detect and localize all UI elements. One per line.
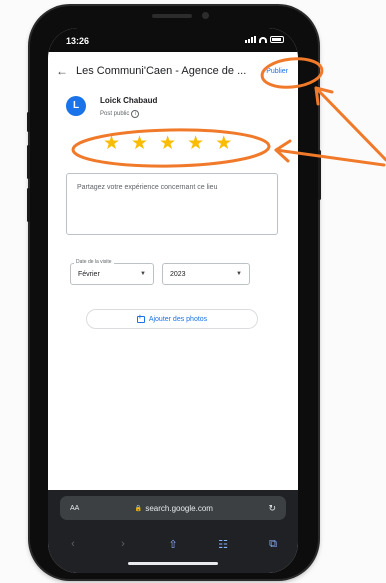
post-visibility: Post public i (100, 110, 140, 118)
visit-date-label: Date de la visite (74, 259, 114, 265)
signal-icon (245, 36, 256, 43)
star-icon[interactable]: ★ (159, 134, 176, 153)
publish-button[interactable]: Publier (260, 68, 298, 75)
review-placeholder: Partagez votre expérience concernant ce … (77, 184, 218, 191)
forward-icon[interactable]: › (108, 538, 138, 550)
star-icon[interactable]: ★ (187, 134, 204, 153)
annotation-arrowhead-publish (314, 86, 334, 106)
star-icon[interactable]: ★ (131, 134, 148, 153)
post-visibility-label: Post public (100, 111, 130, 117)
home-indicator (128, 562, 218, 565)
lock-icon: 🔒 (134, 505, 143, 512)
app-header: ← Les Communi'Caen - Agence de ... Publi… (48, 58, 298, 84)
caret-down-icon: ▼ (236, 271, 242, 277)
browser-url-area: AA 🔒 search.google.com ↻ (48, 490, 298, 530)
month-value: Février (78, 270, 100, 278)
battery-icon (270, 36, 284, 43)
year-select[interactable]: 2023 ▼ (162, 263, 250, 285)
url-bar[interactable]: AA 🔒 search.google.com ↻ (60, 496, 286, 520)
star-rating: ★ ★ ★ ★ ★ (103, 134, 232, 153)
review-textarea[interactable]: Partagez votre expérience concernant ce … (66, 173, 278, 235)
star-icon[interactable]: ★ (103, 134, 120, 153)
star-icon[interactable]: ★ (215, 134, 232, 153)
arrow-left-icon[interactable]: ← (48, 64, 76, 78)
add-photos-label: Ajouter des photos (148, 315, 208, 323)
user-block: L Loick Chabaud Post public i (66, 92, 286, 122)
info-icon[interactable]: i (131, 110, 140, 118)
tabs-icon[interactable]: ⧉ (258, 538, 288, 551)
avatar: L (66, 96, 86, 116)
url-text: search.google.com (145, 503, 213, 513)
browser-toolbar: ‹ › ⇧ ☷ ⧉ (48, 530, 298, 573)
phone-volume-up (27, 145, 30, 179)
phone-camera (202, 12, 209, 19)
page-title: Les Communi'Caen - Agence de ... (76, 65, 247, 77)
add-photos-button[interactable]: Ajouter des photos (86, 309, 258, 329)
phone-mute-switch (27, 112, 30, 132)
reload-icon[interactable]: ↻ (268, 503, 276, 514)
phone-screen: 13:26 ← Les Communi'Caen - Agence de ...… (48, 28, 298, 573)
month-select[interactable]: Février ▼ (70, 263, 154, 285)
add-photo-icon (136, 314, 145, 323)
phone-power-button (318, 150, 321, 200)
phone-speaker (152, 14, 192, 18)
user-name: Loick Chabaud (100, 96, 158, 105)
status-time: 13:26 (66, 36, 90, 46)
stage: 13:26 ← Les Communi'Caen - Agence de ...… (0, 0, 386, 583)
text-size-button[interactable]: AA (70, 505, 79, 512)
bookmarks-icon[interactable]: ☷ (208, 538, 238, 551)
year-value: 2023 (170, 270, 186, 278)
back-icon[interactable]: ‹ (58, 538, 88, 550)
wifi-icon (259, 36, 267, 43)
url-display[interactable]: 🔒 search.google.com (135, 504, 213, 513)
annotation-arrow-publish (314, 86, 386, 162)
phone-volume-down (27, 188, 30, 222)
status-icons (245, 36, 284, 43)
share-icon[interactable]: ⇧ (158, 538, 188, 551)
caret-down-icon: ▼ (140, 271, 146, 277)
